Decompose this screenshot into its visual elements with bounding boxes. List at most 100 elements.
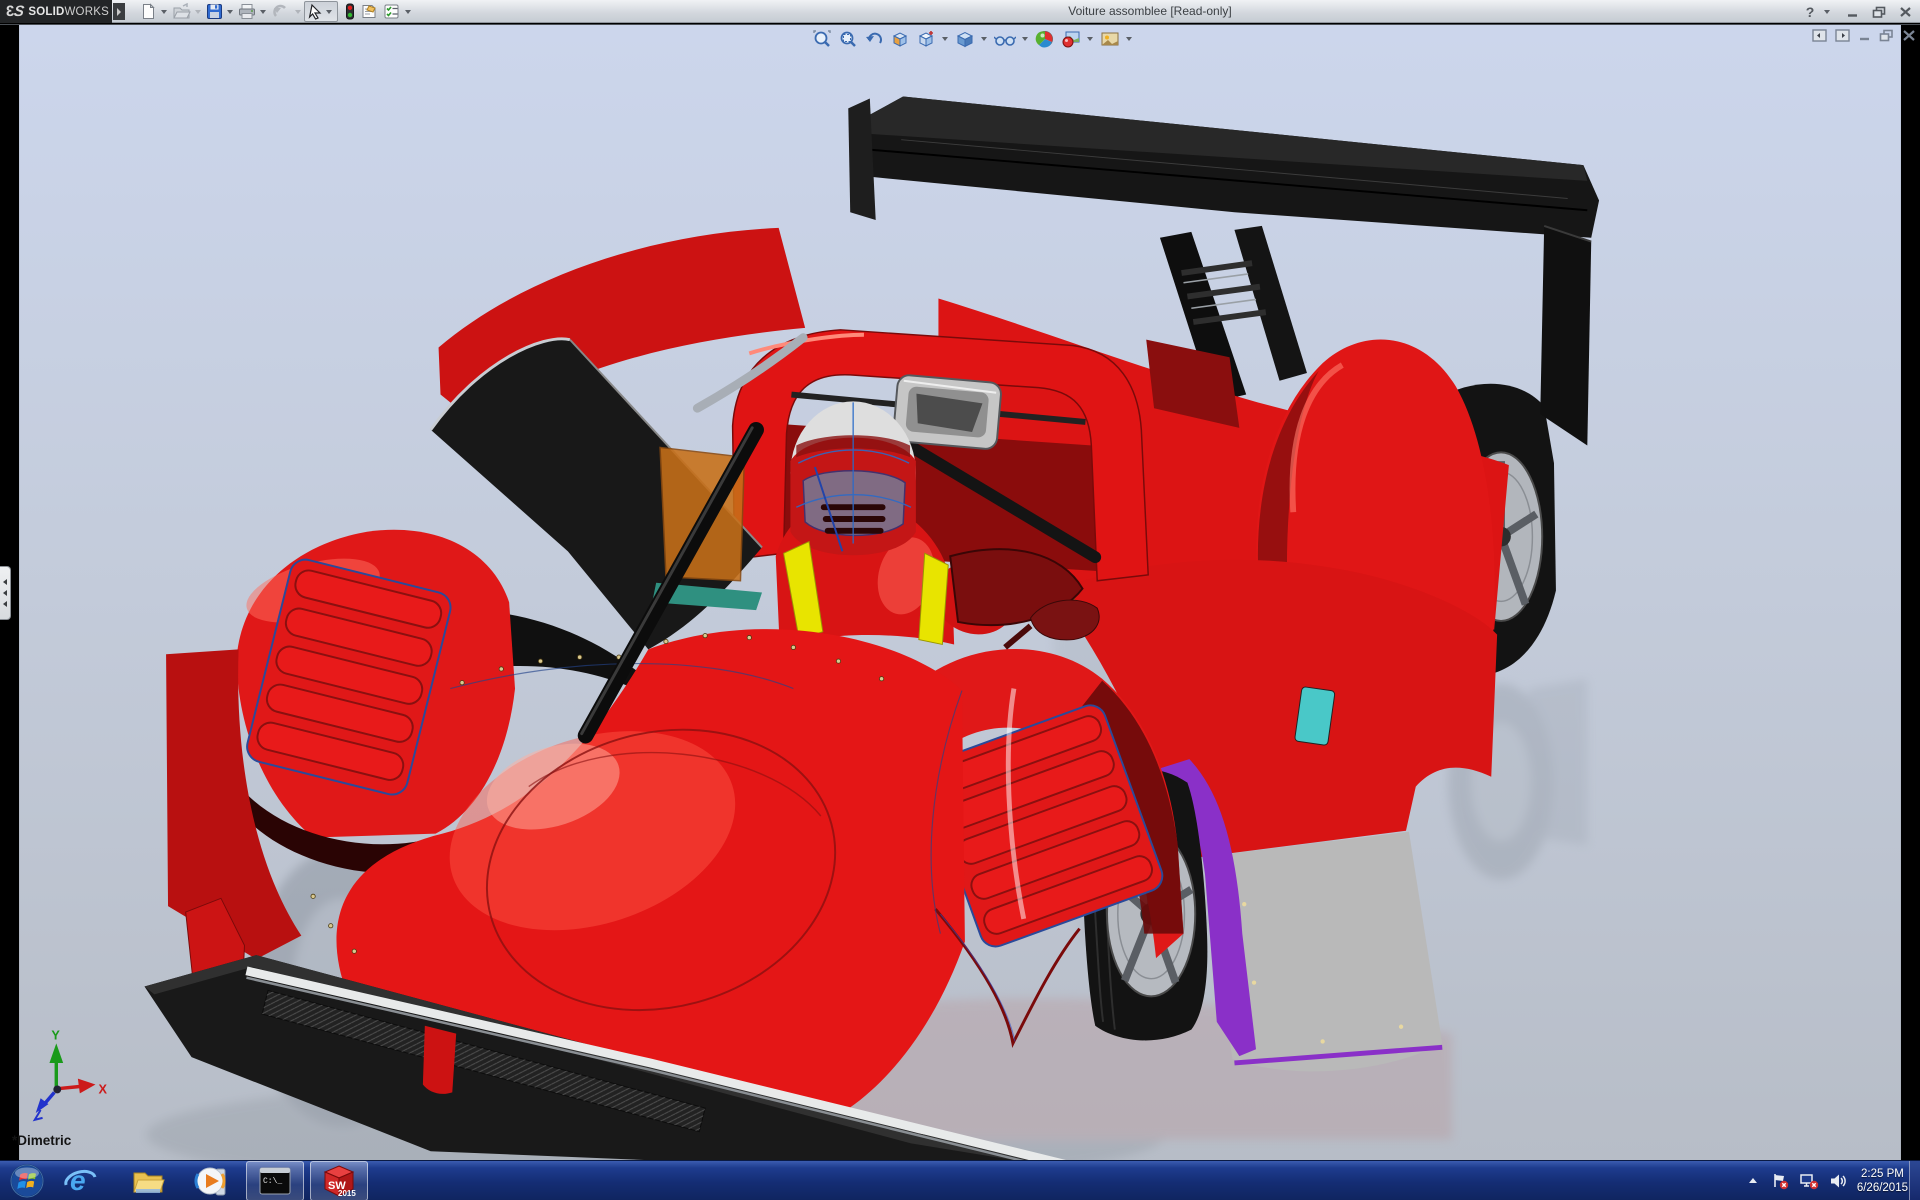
triad-y-label: Y (51, 1027, 60, 1042)
taskbar-windows-explorer[interactable] (126, 1161, 170, 1200)
command-prompt-icon: C:\_ (258, 1165, 292, 1197)
section-view-button[interactable] (888, 28, 912, 50)
document-window-controls (1812, 29, 1916, 42)
network-error-icon[interactable] (1799, 1172, 1819, 1190)
dropdown-arrow-icon[interactable] (1126, 37, 1132, 41)
intake-box (893, 374, 1002, 449)
help-button[interactable]: ? (1802, 3, 1818, 21)
hide-show-items-button[interactable] (992, 28, 1018, 50)
options-button[interactable] (381, 1, 403, 22)
view-orientation-icon (916, 29, 936, 49)
sw-icon-year: 2015 (338, 1189, 356, 1198)
previous-view-button[interactable] (862, 28, 886, 50)
brand-works: WORKS (65, 6, 109, 18)
close-icon (1899, 6, 1912, 18)
taskbar-internet-explorer[interactable]: e (58, 1161, 102, 1200)
cmd-prompt-text: C:\_ (263, 1177, 282, 1186)
taskbar-media-player[interactable] (190, 1161, 234, 1200)
options-checklist-icon (383, 3, 401, 20)
feature-pane-collapsed-tab[interactable] (0, 566, 11, 620)
zoom-to-fit-icon (812, 29, 832, 49)
dropdown-arrow-icon[interactable] (326, 10, 332, 14)
pane-right-icon (1835, 29, 1850, 42)
doc-restore-button[interactable] (1879, 29, 1894, 42)
show-desktop-button[interactable] (1909, 1161, 1920, 1200)
apply-scene-button[interactable] (1059, 28, 1083, 50)
new-document-button[interactable] (138, 1, 159, 22)
action-center-flag-icon[interactable] (1771, 1172, 1789, 1190)
folder-icon (130, 1163, 166, 1199)
show-hidden-icons-button[interactable] (1745, 1173, 1761, 1189)
display-style-button[interactable] (953, 28, 977, 50)
view-settings-button[interactable] (1098, 28, 1122, 50)
cursor-arrow-icon (307, 3, 324, 20)
open-folder-icon (172, 3, 191, 20)
system-tray: 2:25 PM 6/26/2015 (1745, 1161, 1908, 1200)
dropdown-arrow-icon[interactable] (1087, 37, 1093, 41)
menu-expand-button[interactable] (113, 3, 125, 20)
dropdown-arrow-icon[interactable] (260, 10, 266, 14)
apply-scene-icon (1061, 29, 1081, 49)
taskbar-command-prompt[interactable]: C:\_ (246, 1161, 304, 1200)
close-icon (1902, 29, 1916, 42)
appearance-sphere-icon (1035, 29, 1055, 49)
window-title: Voiture assomblee [Read-only] (1068, 4, 1231, 18)
start-button[interactable] (6, 1161, 48, 1200)
3d-model-view[interactable]: Y X (0, 25, 1920, 1161)
file-properties-icon (360, 3, 379, 20)
clock-time: 2:25 PM (1857, 1167, 1908, 1181)
display-style-icon (955, 29, 975, 49)
dropdown-arrow-icon[interactable] (227, 10, 233, 14)
select-tool-button[interactable] (304, 1, 338, 22)
collapse-pane-right-button[interactable] (1835, 29, 1850, 42)
undo-arrow-icon (271, 3, 291, 20)
print-button[interactable] (236, 1, 258, 22)
windows-taskbar: e C:\_ (0, 1160, 1920, 1200)
volume-icon[interactable] (1829, 1172, 1847, 1190)
dropdown-arrow-icon[interactable] (942, 37, 948, 41)
collapse-pane-left-button[interactable] (1812, 29, 1827, 42)
zoom-to-area-button[interactable] (836, 28, 860, 50)
save-button[interactable] (204, 1, 225, 22)
chevron-right-icon (117, 8, 121, 16)
internet-explorer-icon: e (62, 1163, 98, 1199)
graphics-viewport[interactable]: Y X (0, 24, 1920, 1160)
taskbar-clock[interactable]: 2:25 PM 6/26/2015 (1857, 1167, 1908, 1195)
title-bar: 3 S SOLIDWORKS (0, 0, 1920, 23)
new-document-icon (140, 3, 157, 20)
view-settings-icon (1100, 29, 1120, 49)
edit-appearance-button[interactable] (1033, 28, 1057, 50)
file-properties-button[interactable] (358, 1, 381, 22)
solidworks-window: 3 S SOLIDWORKS (0, 0, 1920, 1200)
rebuild-button[interactable] (342, 1, 358, 22)
eyeglasses-icon (994, 29, 1016, 49)
solidworks-app-icon: SW 2015 (321, 1163, 357, 1199)
dropdown-arrow-icon[interactable] (405, 10, 411, 14)
traffic-light-icon (344, 3, 356, 20)
side-window (1294, 687, 1335, 746)
zoom-to-fit-button[interactable] (810, 28, 834, 50)
save-floppy-icon (206, 3, 223, 20)
dropdown-arrow-icon[interactable] (1022, 37, 1028, 41)
minimize-button[interactable] (1842, 3, 1864, 21)
wing-right-endplate (1540, 226, 1591, 446)
brand-solid: SOLID (28, 6, 64, 18)
window-controls: ? (1802, 2, 1916, 21)
dropdown-arrow-icon[interactable] (981, 37, 987, 41)
restore-icon (1879, 29, 1894, 42)
open-button[interactable] (170, 1, 193, 22)
close-button[interactable] (1894, 3, 1916, 21)
restore-button[interactable] (1868, 3, 1890, 21)
solidworks-logo: 3 S SOLIDWORKS (0, 0, 112, 23)
chevron-left-icon (3, 579, 7, 585)
previous-view-icon (864, 29, 884, 49)
section-view-icon (890, 29, 910, 49)
chevron-left-icon (3, 601, 7, 607)
dropdown-arrow-icon (195, 10, 201, 14)
taskbar-solidworks[interactable]: SW 2015 (310, 1161, 368, 1200)
help-dropdown-arrow-icon[interactable] (1824, 10, 1830, 14)
view-orientation-button[interactable] (914, 28, 938, 50)
doc-minimize-button[interactable] (1858, 29, 1871, 42)
dropdown-arrow-icon[interactable] (161, 10, 167, 14)
doc-close-button[interactable] (1902, 29, 1916, 42)
